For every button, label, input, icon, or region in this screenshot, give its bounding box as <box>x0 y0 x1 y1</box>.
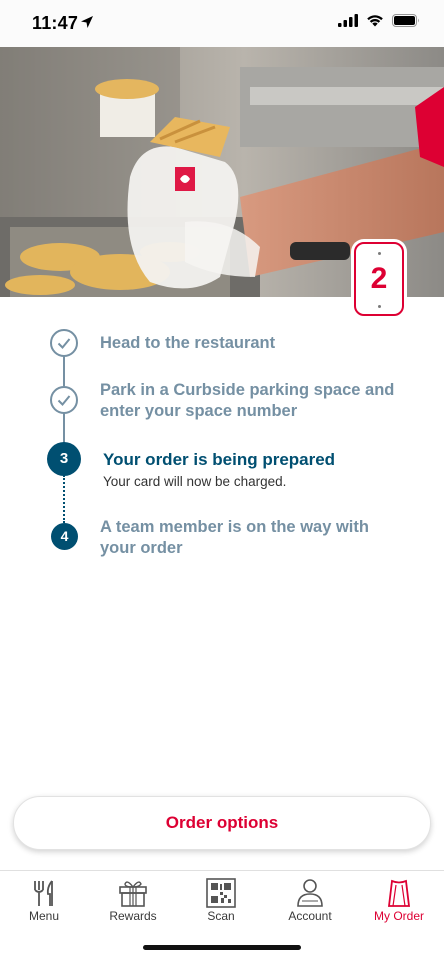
status-icons <box>338 14 420 27</box>
step-connector <box>63 356 65 386</box>
status-time: 11:47 <box>32 13 79 33</box>
tab-label: My Order <box>373 909 424 923</box>
bag-icon <box>387 879 411 907</box>
parking-space-number: 2 <box>370 262 388 295</box>
step-complete-icon <box>50 386 78 414</box>
tag-dot-top <box>378 252 381 255</box>
step-2-title-line: Park in a Curbside parking space and <box>100 381 395 399</box>
step-4-title-line: A team member is on the way with <box>100 518 369 536</box>
person-icon <box>297 879 323 907</box>
step-4-title: A team member is on the way with your or… <box>100 517 410 559</box>
step-2-title: Park in a Curbside parking space and ent… <box>100 380 410 422</box>
step-connector <box>63 413 65 445</box>
step-3-subtitle: Your card will now be charged. <box>103 474 287 489</box>
step-3-title: Your order is being prepared <box>103 450 336 469</box>
parking-space-tag: 2 <box>354 242 404 316</box>
step-1-title: Head to the restaurant <box>100 334 276 352</box>
tab-label: Account <box>288 909 332 923</box>
step-4-number: 4 <box>51 523 78 550</box>
wifi-icon <box>367 15 383 27</box>
check-icon <box>57 395 71 406</box>
tab-label: Scan <box>207 909 235 923</box>
gift-icon <box>119 881 147 907</box>
step-3-number: 3 <box>47 442 81 476</box>
battery-icon <box>392 14 419 27</box>
location-arrow-icon <box>81 16 93 28</box>
tag-dot-bottom <box>378 305 381 308</box>
step-4-title-line: your order <box>100 539 183 557</box>
qr-code-icon <box>206 878 236 908</box>
signal-icon <box>338 14 358 27</box>
step-2-title-line: enter your space number <box>100 402 298 420</box>
fork-knife-icon <box>34 880 53 906</box>
home-indicator <box>143 945 301 950</box>
tab-label: Rewards <box>109 909 157 923</box>
step-complete-icon <box>50 329 78 357</box>
order-options-button[interactable]: Order options <box>13 796 431 850</box>
step-connector-dotted <box>63 475 65 523</box>
status-bar: 11:47 <box>0 0 444 47</box>
tab-label: Menu <box>28 909 60 923</box>
check-icon <box>57 338 71 349</box>
